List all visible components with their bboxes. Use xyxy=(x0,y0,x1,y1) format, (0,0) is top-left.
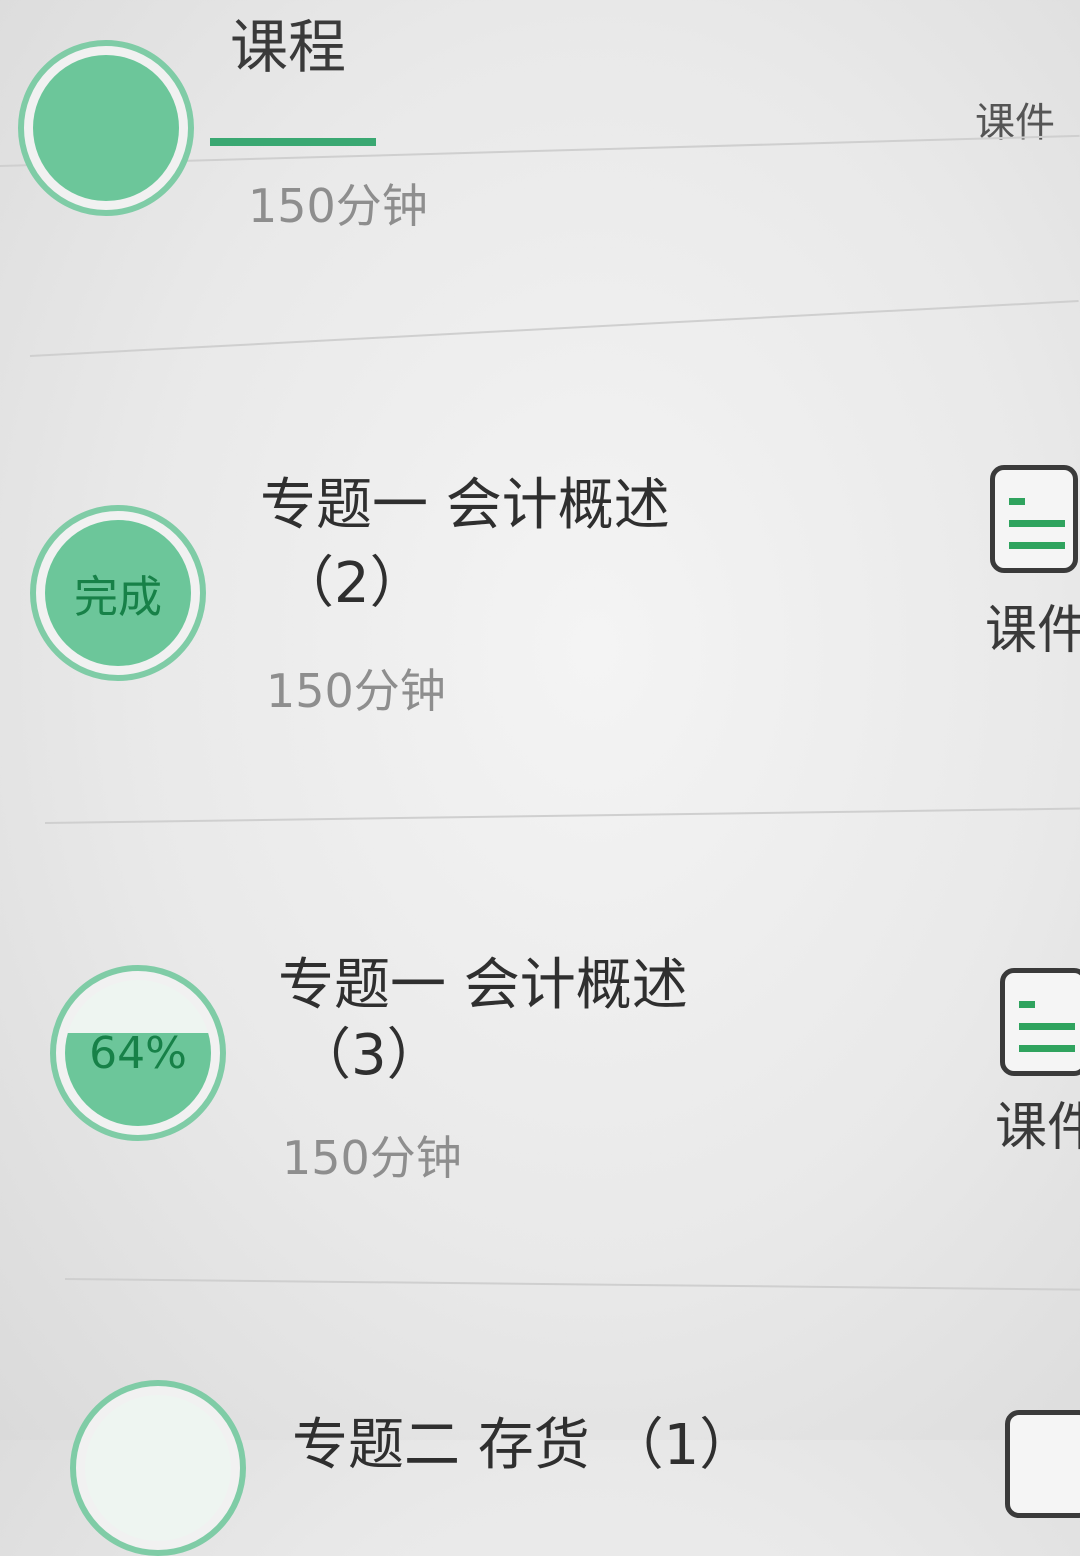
progress-status: 完成 xyxy=(74,572,162,623)
tab-active-indicator xyxy=(210,138,376,146)
lesson-title: 专题一 会计概述 xyxy=(278,953,688,1018)
row-divider xyxy=(29,300,1079,357)
row-divider xyxy=(44,807,1080,824)
document-list-icon[interactable] xyxy=(1000,968,1080,1076)
progress-badge xyxy=(18,40,194,216)
courseware-button[interactable]: 课件 xyxy=(985,588,1080,663)
row-divider xyxy=(64,1278,1080,1291)
lesson-title: 专题二 存货 （1） xyxy=(292,1413,756,1478)
courseware-button[interactable]: 课件 xyxy=(995,1085,1080,1160)
progress-badge: 完成 xyxy=(30,505,206,681)
progress-badge xyxy=(70,1380,246,1556)
progress-fill xyxy=(33,55,179,201)
lesson-duration: 150分钟 xyxy=(248,179,428,233)
progress-badge: 64% xyxy=(50,965,226,1141)
lesson-title: 专题一 会计概述 xyxy=(260,473,670,538)
progress-status: 64% xyxy=(89,1027,187,1079)
lesson-title-part: （2） xyxy=(278,551,426,616)
tab-course[interactable]: 课程 xyxy=(230,0,346,84)
lesson-duration: 150分钟 xyxy=(266,664,446,718)
lesson-duration: 150分钟 xyxy=(282,1131,462,1185)
document-list-icon[interactable] xyxy=(1005,1410,1080,1518)
lesson-title-part: （3） xyxy=(295,1023,443,1088)
document-list-icon[interactable] xyxy=(990,465,1078,573)
